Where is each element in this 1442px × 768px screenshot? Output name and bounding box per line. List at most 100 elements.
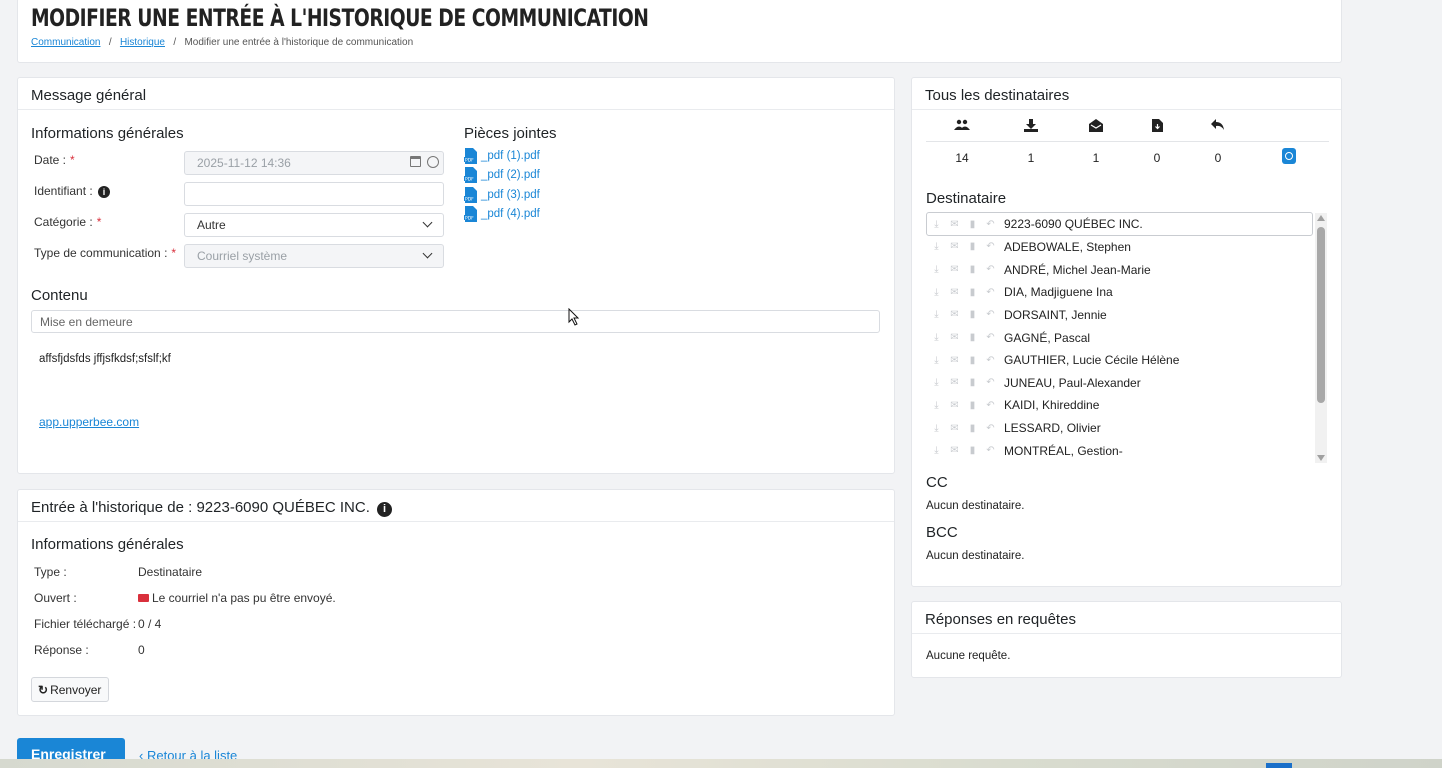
file-download-icon: ▮ (969, 332, 976, 344)
recipient-row[interactable]: ⤓ ✉ ▮ ↶ DORSAINT, Jennie (926, 304, 1314, 327)
recipient-row[interactable]: ⤓ ✉ ▮ ↶ MONTRÉAL, Gestion- (926, 440, 1314, 463)
envelope-open-icon: ✉ (950, 218, 959, 230)
download-icon: ⤓ (934, 286, 939, 298)
cc-value: Aucun destinataire. (926, 500, 1025, 512)
recipient-row[interactable]: ⤓ ✉ ▮ ↶ 9223-6090 QUÉBEC INC. (926, 213, 1314, 236)
date-label: Date : * (34, 153, 75, 167)
content-link[interactable]: app.upperbee.com (39, 415, 139, 429)
stats-divider (926, 141, 1329, 142)
date-input[interactable]: 2025-11-12 14:36 (184, 151, 444, 175)
reply-icon: ↶ (986, 399, 995, 411)
reply-icon: ↶ (986, 445, 995, 457)
envelope-error-icon (138, 594, 149, 602)
recipient-row[interactable]: ⤓ ✉ ▮ ↶ ANDRÉ, Michel Jean-Marie (926, 258, 1314, 281)
breadcrumb-historique[interactable]: Historique (120, 37, 165, 48)
recipient-name: JUNEAU, Paul-Alexander (1004, 375, 1141, 390)
attachment-link[interactable]: PDF _pdf (4).pdf (464, 205, 540, 225)
pdf-file-icon: PDF (464, 186, 478, 203)
attachment-link[interactable]: PDF _pdf (1).pdf (464, 146, 540, 166)
breadcrumb-communication[interactable]: Communication (31, 37, 100, 48)
svg-text:PDF: PDF (465, 177, 474, 183)
attachment-link[interactable]: PDF _pdf (2).pdf (464, 166, 540, 186)
recipient-name: ANDRÉ, Michel Jean-Marie (1004, 262, 1151, 277)
file-download-icon: ▮ (969, 399, 976, 411)
envelope-open-icon: ✉ (950, 399, 959, 411)
svg-text:PDF: PDF (465, 216, 474, 222)
requests-card: Réponses en requêtes (911, 601, 1342, 678)
attachments-title: Pièces jointes (464, 125, 557, 142)
recipient-name: ADEBOWALE, Stephen (1004, 239, 1131, 254)
chevron-down-icon (422, 248, 433, 259)
envelope-open-icon: ✉ (950, 286, 959, 298)
recipient-name: DORSAINT, Jennie (1004, 307, 1107, 322)
mouse-cursor-icon (568, 308, 580, 326)
envelope-open-icon: ✉ (950, 422, 959, 434)
stat-opened-count: 1 (1092, 151, 1100, 165)
svg-text:PDF: PDF (465, 157, 474, 163)
info-icon: i (377, 502, 393, 517)
requests-value: Aucune requête. (926, 650, 1011, 662)
envelope-open-icon: ✉ (950, 445, 959, 457)
clock-icon[interactable] (427, 156, 439, 168)
history-reply-label: Réponse : (34, 643, 89, 657)
bcc-title: BCC (926, 524, 958, 541)
history-card-title: Entrée à l'historique de : 9223-6090 QUÉ… (31, 499, 370, 516)
file-download-icon: ▮ (969, 218, 976, 230)
recipient-name: LESSARD, Olivier (1004, 421, 1101, 436)
page-title: MODIFIER UNE ENTRÉE À L'HISTORIQUE DE CO… (31, 4, 649, 32)
reply-icon: ↶ (986, 422, 995, 434)
breadcrumb-current: Modifier une entrée à l'historique de co… (184, 37, 414, 48)
calendar-icon[interactable] (410, 156, 421, 167)
content-body[interactable]: affsfjdsfds jffjsfkdsf;sfslf;kf (39, 353, 171, 365)
envelope-open-icon (1086, 119, 1106, 135)
identifier-input[interactable] (184, 182, 444, 206)
history-card-header: Entrée à l'historique de : 9223-6090 QUÉ… (18, 490, 894, 522)
content-title: Contenu (31, 287, 88, 304)
file-download-icon: ▮ (969, 445, 976, 457)
envelope-open-icon: ✉ (950, 354, 959, 366)
stat-downloads-count: 1 (1027, 151, 1035, 165)
info-icon: i (98, 186, 111, 198)
message-card-title: Message général (18, 78, 894, 110)
category-select[interactable]: Autre (184, 213, 444, 237)
resend-button[interactable]: ↻ Renvoyer (31, 677, 109, 702)
reply-icon: ↶ (986, 218, 995, 230)
refresh-icon[interactable] (1282, 148, 1296, 164)
attachment-link[interactable]: PDF _pdf (3).pdf (464, 185, 540, 205)
general-info-title: Informations générales (31, 125, 184, 142)
file-download-icon: ▮ (969, 286, 976, 298)
stat-recipients-count: 14 (955, 151, 969, 165)
envelope-open-icon: ✉ (950, 377, 959, 389)
scrollbar-thumb[interactable] (1317, 227, 1325, 403)
download-icon: ⤓ (934, 241, 939, 253)
reply-icon: ↶ (986, 354, 995, 366)
download-icon: ⤓ (934, 264, 939, 276)
file-download-icon (1147, 119, 1167, 135)
recipient-row[interactable]: ⤓ ✉ ▮ ↶ LESSARD, Olivier (926, 417, 1314, 440)
download-icon (1021, 119, 1041, 135)
history-opened-value: Le courriel n'a pas pu être envoyé. (138, 591, 336, 605)
recipient-row[interactable]: ⤓ ✉ ▮ ↶ ADEBOWALE, Stephen (926, 236, 1314, 259)
type-select[interactable]: Courriel système (184, 244, 444, 268)
history-type-value: Destinataire (138, 565, 203, 579)
recipient-row[interactable]: ⤓ ✉ ▮ ↶ JUNEAU, Paul-Alexander (926, 372, 1314, 395)
subject-input[interactable]: Mise en demeure (31, 310, 880, 333)
download-icon: ⤓ (934, 354, 939, 366)
history-file-value: 0 / 4 (138, 617, 162, 631)
download-icon: ⤓ (934, 445, 939, 457)
scrollbar[interactable] (1315, 213, 1327, 463)
stat-files-count: 0 (1153, 151, 1161, 165)
scroll-down-arrow[interactable] (1317, 455, 1325, 461)
taskbar-app-icon[interactable] (1266, 763, 1292, 768)
recipient-row[interactable]: ⤓ ✉ ▮ ↶ GAUTHIER, Lucie Cécile Hélène (926, 349, 1314, 372)
file-download-icon: ▮ (969, 309, 976, 321)
recipient-name: DIA, Madjiguene Ina (1004, 285, 1113, 300)
recipient-name: GAUTHIER, Lucie Cécile Hélène (1004, 353, 1180, 368)
stat-replies-count: 0 (1214, 151, 1222, 165)
recipient-row[interactable]: ⤓ ✉ ▮ ↶ GAGNÉ, Pascal (926, 326, 1314, 349)
reply-icon (1208, 119, 1228, 134)
recipient-row[interactable]: ⤓ ✉ ▮ ↶ DIA, Madjiguene Ina (926, 281, 1314, 304)
recipient-row[interactable]: ⤓ ✉ ▮ ↶ KAIDI, Khireddine (926, 394, 1314, 417)
scroll-up-arrow[interactable] (1317, 215, 1325, 221)
download-icon: ⤓ (934, 422, 939, 434)
